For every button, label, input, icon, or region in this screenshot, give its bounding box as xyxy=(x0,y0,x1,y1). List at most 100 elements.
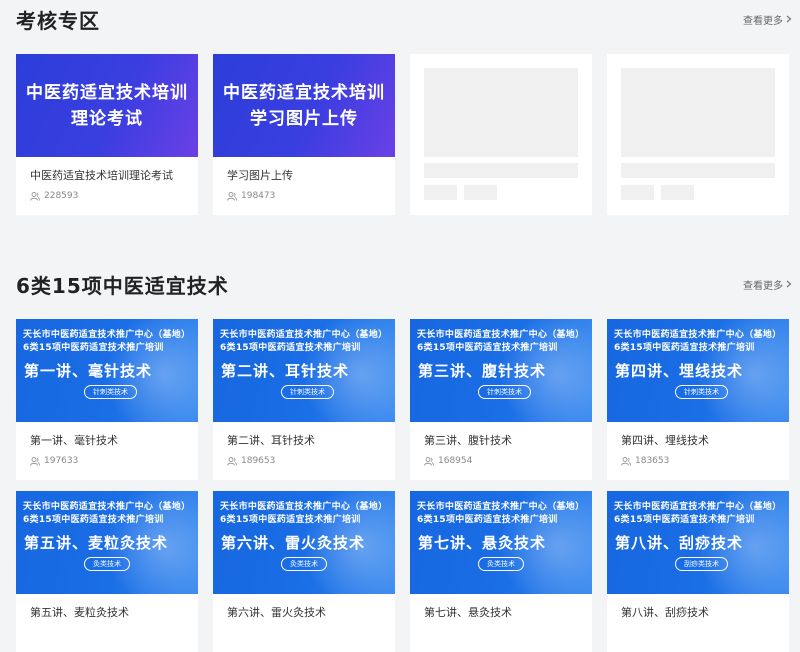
tech-more-link[interactable]: 查看更多 xyxy=(743,277,792,292)
skeleton-meta xyxy=(621,185,654,200)
views-count: 168954 xyxy=(438,456,473,466)
card-views: 228593 xyxy=(16,191,198,201)
thumb-lecture-title: 第五讲、麦粒灸技术 xyxy=(24,534,169,552)
views-count: 228593 xyxy=(44,191,79,201)
people-icon xyxy=(424,456,434,466)
thumb-org-line: 天长市中医药适宜技术推广中心（基地） xyxy=(417,502,585,512)
thumb-category-tag: 针刺类技术 xyxy=(675,385,728,399)
card-title: 第四讲、埋线技术 xyxy=(621,434,709,447)
exam-more-label: 查看更多 xyxy=(743,15,783,27)
people-icon xyxy=(30,191,40,201)
people-icon xyxy=(227,456,237,466)
card-views: 183653 xyxy=(607,456,789,466)
tech-section-title: 6类15项中医适宜技术 xyxy=(16,273,229,298)
course-card[interactable]: 天长市中医药适宜技术推广中心（基地） 6类15项中医药适宜技术推广培训第三讲、腹针… xyxy=(410,319,592,480)
card-title: 第二讲、耳针技术 xyxy=(227,434,315,447)
skeleton-title xyxy=(621,163,775,178)
thumb-category-tag: 灸类技术 xyxy=(84,557,130,571)
course-card[interactable]: 天长市中医药适宜技术推广中心（基地） 6类15项中医药适宜技术推广培训第六讲、雷火… xyxy=(213,491,395,652)
skeleton-meta xyxy=(424,185,457,200)
thumb-category-tag: 灸类技术 xyxy=(281,557,327,571)
thumb-org-line: 天长市中医药适宜技术推广中心（基地） xyxy=(220,330,388,340)
card-thumbnail: 天长市中医药适宜技术推广中心（基地） 6类15项中医药适宜技术推广培训第六讲、雷火… xyxy=(213,491,395,594)
skeleton-meta xyxy=(661,185,694,200)
course-card[interactable]: 天长市中医药适宜技术推广中心（基地） 6类15项中医药适宜技术推广培训第四讲、埋线… xyxy=(607,319,789,480)
thumb-lecture-title: 第八讲、刮痧技术 xyxy=(615,534,744,552)
card-thumbnail: 天长市中医药适宜技术推广中心（基地） 6类15项中医药适宜技术推广培训第四讲、埋线… xyxy=(607,319,789,422)
exam-section-title: 考核专区 xyxy=(16,8,100,33)
thumb-category-tag: 刮痧类技术 xyxy=(675,557,728,571)
course-card[interactable]: 天长市中医药适宜技术推广中心（基地） 6类15项中医药适宜技术推广培训 第八讲、刮痧… xyxy=(607,491,789,652)
card-title: 第五讲、麦粒灸技术 xyxy=(30,606,129,619)
skeleton-title xyxy=(424,163,578,178)
card-thumbnail: 天长市中医药适宜技术推广中心（基地） 6类15项中医药适宜技术推广培训第五讲、麦粒… xyxy=(16,491,198,594)
thumb-lecture-title: 第六讲、雷火灸技术 xyxy=(221,534,366,552)
thumb-program-line: 6类15项中医药适宜技术推广培训 xyxy=(220,343,361,353)
thumb-text-line: 理论考试 xyxy=(71,108,143,129)
thumb-org-line: 天长市中医药适宜技术推广中心（基地） xyxy=(23,502,191,512)
thumb-lecture-title: 第七讲、悬灸技术 xyxy=(418,534,547,552)
views-count: 183653 xyxy=(635,456,670,466)
thumb-org-line: 天长市中医药适宜技术推广中心（基地） xyxy=(220,502,388,512)
thumb-lecture-title: 第二讲、耳针技术 xyxy=(221,362,350,380)
thumb-text-line: 中医药适宜技术培训 xyxy=(26,82,188,103)
placeholder-card xyxy=(410,54,592,215)
thumb-program-line: 6类15项中医药适宜技术推广培训 xyxy=(220,515,361,525)
exam-card-theory[interactable]: 中医药适宜技术培训 理论考试 中医药适宜技术培训理论考试 228593 xyxy=(16,54,198,215)
card-views: 189653 xyxy=(213,456,395,466)
views-count: 197633 xyxy=(44,456,79,466)
skeleton-meta xyxy=(464,185,497,200)
skeleton-image xyxy=(621,68,775,157)
thumb-lecture-title: 第三讲、腹针技术 xyxy=(418,362,547,380)
card-thumbnail: 天长市中医药适宜技术推广中心（基地） 6类15项中医药适宜技术推广培训 第八讲、刮痧… xyxy=(607,491,789,594)
card-views: 197633 xyxy=(16,456,198,466)
thumb-category-tag: 针刺类技术 xyxy=(281,385,334,399)
thumb-program-line: 6类15项中医药适宜技术推广培训 xyxy=(417,343,558,353)
card-title: 第八讲、刮痧技术 xyxy=(621,606,709,619)
exam-more-link[interactable]: 查看更多 xyxy=(743,12,792,27)
course-card[interactable]: 天长市中医药适宜技术推广中心（基地） 6类15项中医药适宜技术推广培训 第七讲、悬灸… xyxy=(410,491,592,652)
card-title: 学习图片上传 xyxy=(227,169,293,182)
people-icon xyxy=(227,191,237,201)
exam-card-grid: 中医药适宜技术培训 理论考试 中医药适宜技术培训理论考试 228593 中医药适… xyxy=(16,54,789,215)
people-icon xyxy=(621,456,631,466)
card-views: 168954 xyxy=(410,456,592,466)
placeholder-card xyxy=(607,54,789,215)
course-card[interactable]: 天长市中医药适宜技术推广中心（基地） 6类15项中医药适宜技术推广培训第二讲、耳针… xyxy=(213,319,395,480)
card-thumbnail: 中医药适宜技术培训 理论考试 xyxy=(16,54,198,157)
thumb-category-tag: 针刺类技术 xyxy=(478,385,531,399)
exam-card-upload[interactable]: 中医药适宜技术培训 学习图片上传 学习图片上传 198473 xyxy=(213,54,395,215)
views-count: 189653 xyxy=(241,456,276,466)
tech-more-label: 查看更多 xyxy=(743,280,783,292)
card-title: 第三讲、腹针技术 xyxy=(424,434,512,447)
thumb-lecture-title: 第一讲、毫针技术 xyxy=(24,362,153,380)
card-title: 第七讲、悬灸技术 xyxy=(424,606,512,619)
chevron-right-icon xyxy=(786,15,792,23)
card-thumbnail: 天长市中医药适宜技术推广中心（基地） 6类15项中医药适宜技术推广培训第一讲、毫针… xyxy=(16,319,198,422)
course-card[interactable]: 天长市中医药适宜技术推广中心（基地） 6类15项中医药适宜技术推广培训第一讲、毫针… xyxy=(16,319,198,480)
thumb-lecture-title: 第四讲、埋线技术 xyxy=(615,362,744,380)
card-thumbnail: 天长市中医药适宜技术推广中心（基地） 6类15项中医药适宜技术推广培训第二讲、耳针… xyxy=(213,319,395,422)
skeleton-image xyxy=(424,68,578,157)
exam-section-header: 考核专区 查看更多 xyxy=(16,6,792,33)
tech-section-header: 6类15项中医适宜技术 查看更多 xyxy=(16,271,792,298)
chevron-right-icon xyxy=(786,280,792,288)
card-title: 第一讲、毫针技术 xyxy=(30,434,118,447)
card-title: 中医药适宜技术培训理论考试 xyxy=(30,169,173,182)
thumb-program-line: 6类15项中医药适宜技术推广培训 xyxy=(614,515,755,525)
tech-card-grid: 天长市中医药适宜技术推广中心（基地） 6类15项中医药适宜技术推广培训 第一讲、毫针… xyxy=(16,319,789,652)
course-card[interactable]: 天长市中医药适宜技术推广中心（基地） 6类15项中医药适宜技术推广培训第五讲、麦粒… xyxy=(16,491,198,652)
thumb-org-line: 天长市中医药适宜技术推广中心（基地） xyxy=(614,330,782,340)
thumb-program-line: 6类15项中医药适宜技术推广培训 xyxy=(23,515,164,525)
thumb-text-line: 中医药适宜技术培训 xyxy=(223,82,385,103)
people-icon xyxy=(30,456,40,466)
views-count: 198473 xyxy=(241,191,276,201)
card-thumbnail: 天长市中医药适宜技术推广中心（基地） 6类15项中医药适宜技术推广培训 第七讲、悬灸… xyxy=(410,491,592,594)
thumb-org-line: 天长市中医药适宜技术推广中心（基地） xyxy=(23,330,191,340)
thumb-category-tag: 灸类技术 xyxy=(478,557,524,571)
thumb-program-line: 6类15项中医药适宜技术推广培训 xyxy=(23,343,164,353)
thumb-program-line: 6类15项中医药适宜技术推广培训 xyxy=(614,343,755,353)
thumb-text-line: 学习图片上传 xyxy=(250,108,358,129)
card-title: 第六讲、雷火灸技术 xyxy=(227,606,326,619)
thumb-org-line: 天长市中医药适宜技术推广中心（基地） xyxy=(417,330,585,340)
